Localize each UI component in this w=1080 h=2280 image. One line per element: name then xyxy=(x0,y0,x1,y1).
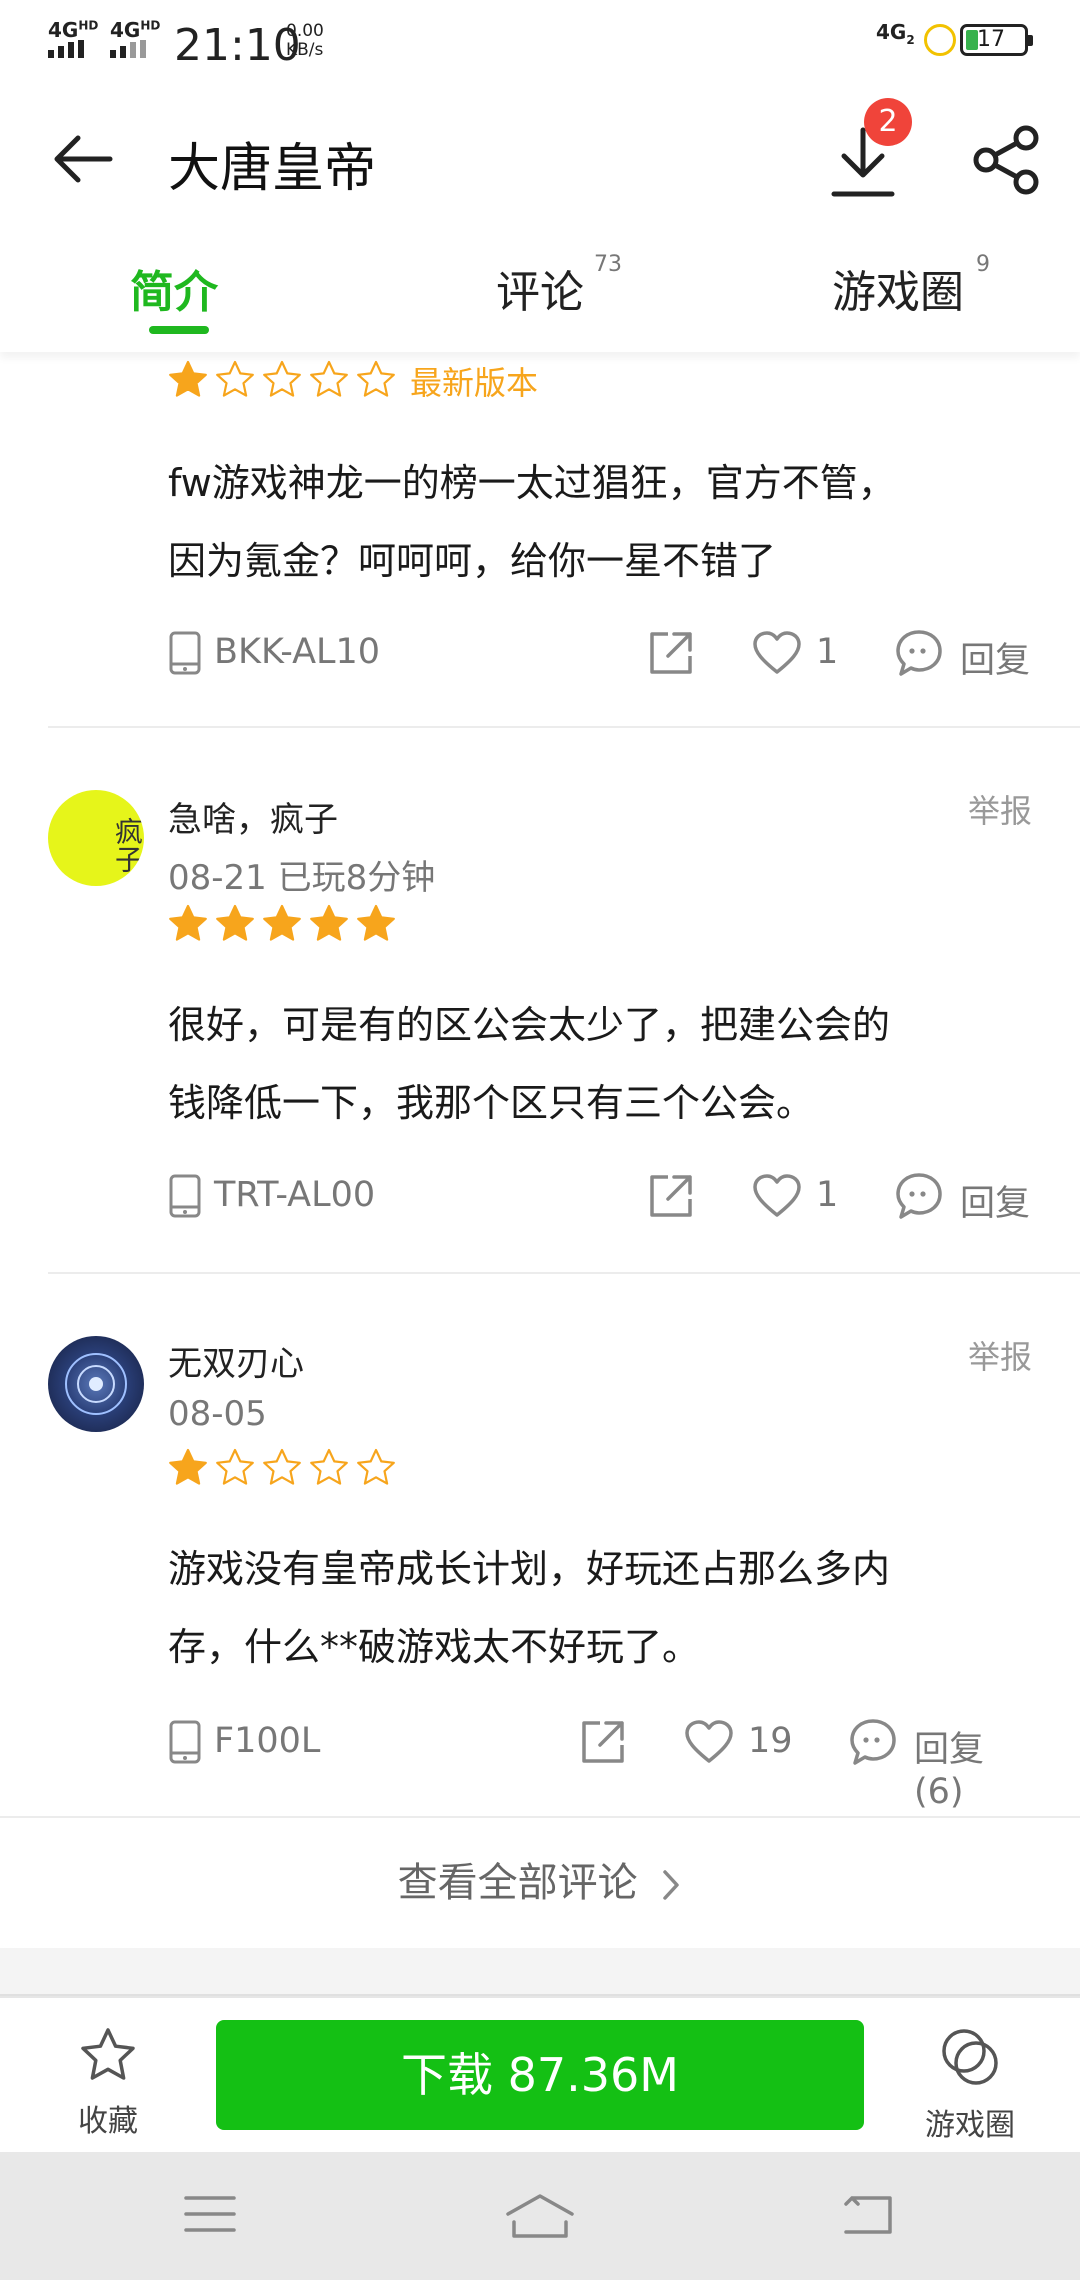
star-empty-icon xyxy=(357,360,395,397)
game-circle-button[interactable]: 游戏圈 xyxy=(920,2026,1020,2144)
review-text: 游戏没有皇帝成长计划，好玩还占那么多内 存，什么**破游戏太不好玩了。 xyxy=(168,1547,891,1669)
star-filled-icon xyxy=(216,904,254,941)
external-share-icon[interactable] xyxy=(578,1717,628,1767)
report-button[interactable]: 举报 xyxy=(968,1332,1032,1378)
signal-1-icon xyxy=(48,40,84,58)
star-empty-icon xyxy=(216,1448,254,1485)
view-all-comments-link[interactable]: 查看全部评论 xyxy=(0,1818,1080,1948)
divider xyxy=(48,726,1080,728)
device-model: F100L xyxy=(214,1721,321,1761)
share-icon[interactable] xyxy=(972,124,1044,196)
review-text: fw游戏神龙一的榜一太过猖狂，官方不管， 因为氪金？呵呵呵，给你一星不错了 xyxy=(168,461,896,583)
review-actions: TRT-AL00 1 回复 xyxy=(168,1167,1032,1227)
reply-button[interactable]: 回复 xyxy=(960,1175,1030,1226)
section-gap xyxy=(0,1948,1080,1994)
star-empty-icon xyxy=(310,360,348,397)
like-count: 1 xyxy=(816,1175,839,1215)
device-model: BKK-AL10 xyxy=(214,632,381,672)
tab-comments-count: 73 xyxy=(594,252,622,277)
heart-icon[interactable] xyxy=(684,1719,734,1765)
review-actions: F100L 19 回复(6) xyxy=(168,1713,1032,1812)
status-bar: 4GHD 4GHD 21:10 0.00 KB/s 4G2 17 xyxy=(0,0,1080,84)
signal-1-label: 4GHD xyxy=(48,18,99,42)
star-filled-icon xyxy=(169,1448,207,1485)
review-text: 很好，可是有的区公会太少了，把建公会的 钱降低一下，我那个区只有三个公会。 xyxy=(168,1003,891,1125)
like-count: 19 xyxy=(748,1721,793,1761)
review-actions: BKK-AL10 1 回复 xyxy=(168,624,1032,684)
tab-comments[interactable]: 评论 xyxy=(496,256,584,320)
tab-game-circle-count: 9 xyxy=(976,252,990,277)
signal-2-icon xyxy=(110,40,146,58)
charging-icon xyxy=(924,24,956,56)
signal-2-label: 4GHD xyxy=(110,18,161,42)
rating-stars xyxy=(168,904,396,944)
page-title: 大唐皇帝 xyxy=(168,139,377,199)
review-date: 08-05 xyxy=(168,1394,267,1434)
download-button[interactable]: 下载 87.36M xyxy=(216,2020,864,2130)
game-circle-icon xyxy=(942,2029,998,2085)
review-date-playtime: 08-21 已玩8分钟 xyxy=(168,858,436,898)
star-empty-icon xyxy=(263,1448,301,1485)
username[interactable]: 无双刃心 xyxy=(168,1336,304,1385)
like-count: 1 xyxy=(816,632,839,672)
star-outline-icon xyxy=(81,2028,135,2080)
app-header: 大唐皇帝 2 xyxy=(0,84,1080,234)
comment-icon[interactable] xyxy=(894,1171,944,1221)
tab-game-circle[interactable]: 游戏圈 xyxy=(832,256,964,320)
download-badge: 2 xyxy=(864,98,912,146)
star-filled-icon xyxy=(263,904,301,941)
bottom-action-bar: 收藏 下载 87.36M 游戏圈 xyxy=(0,1996,1080,2152)
device-model: TRT-AL00 xyxy=(214,1175,376,1215)
star-filled-icon xyxy=(169,360,207,397)
comment-icon[interactable] xyxy=(894,628,944,678)
star-empty-icon xyxy=(310,1448,348,1485)
tab-bar: 简介 评论 73 游戏圈 9 xyxy=(0,234,1080,352)
menu-icon[interactable] xyxy=(184,2192,236,2236)
star-empty-icon xyxy=(263,360,301,397)
comment-icon[interactable] xyxy=(848,1717,898,1767)
divider xyxy=(48,1272,1080,1274)
network-speed: 0.00 KB/s xyxy=(286,21,324,60)
rating-stars xyxy=(168,360,396,400)
game-circle-label: 游戏圈 xyxy=(925,2108,1015,2143)
star-empty-icon xyxy=(357,1448,395,1485)
reply-button[interactable]: 回复(6) xyxy=(914,1721,1032,1812)
reply-button[interactable]: 回复 xyxy=(960,632,1030,683)
device-icon xyxy=(169,1720,201,1764)
tab-active-indicator xyxy=(149,326,209,334)
report-button[interactable]: 举报 xyxy=(968,786,1032,832)
tab-intro[interactable]: 简介 xyxy=(130,256,218,320)
star-empty-icon xyxy=(216,360,254,397)
version-tag: 最新版本 xyxy=(410,364,539,402)
star-filled-icon xyxy=(310,904,348,941)
back-icon[interactable] xyxy=(842,2192,894,2236)
heart-icon[interactable] xyxy=(752,1173,802,1219)
chevron-right-icon xyxy=(663,1870,680,1900)
network-type: 4G2 xyxy=(876,20,915,47)
external-share-icon[interactable] xyxy=(646,628,696,678)
favorite-button[interactable]: 收藏 xyxy=(60,2026,156,2140)
username[interactable]: 急啥，疯子 xyxy=(168,792,338,841)
star-filled-icon xyxy=(169,904,207,941)
device-icon xyxy=(169,631,201,675)
system-navigation-bar xyxy=(0,2152,1080,2280)
avatar[interactable]: 疯子 xyxy=(48,790,144,886)
favorite-label: 收藏 xyxy=(78,2104,138,2139)
home-icon[interactable] xyxy=(504,2192,576,2240)
star-filled-icon xyxy=(357,904,395,941)
device-icon xyxy=(169,1174,201,1218)
rating-stars xyxy=(168,1448,396,1488)
clock: 21:10 xyxy=(174,20,301,71)
external-share-icon[interactable] xyxy=(646,1171,696,1221)
battery-icon: 17 xyxy=(960,24,1033,56)
avatar[interactable] xyxy=(48,1336,144,1432)
back-arrow-icon[interactable] xyxy=(48,124,118,194)
heart-icon[interactable] xyxy=(752,630,802,676)
